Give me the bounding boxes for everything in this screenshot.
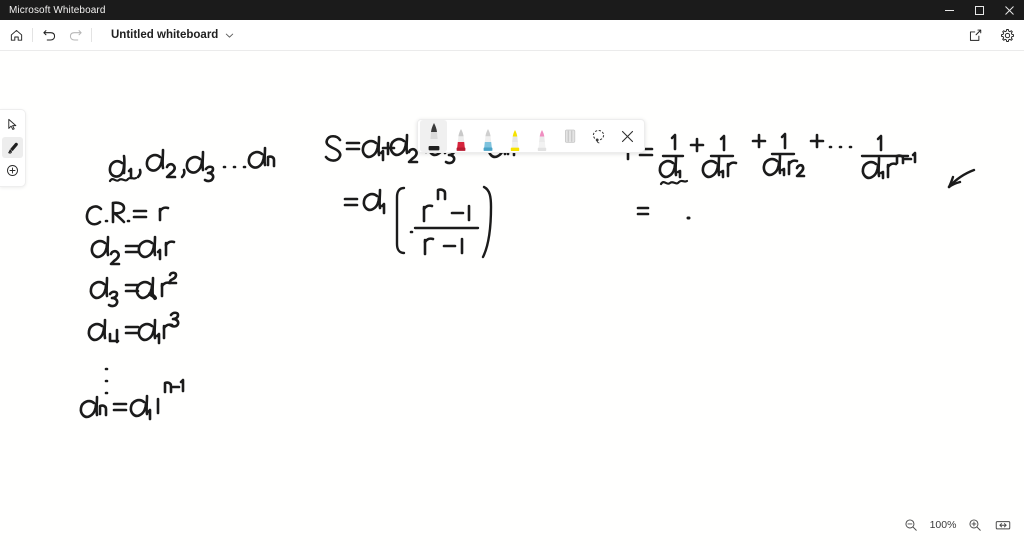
fit-to-screen-icon <box>995 521 1011 530</box>
whiteboard-canvas[interactable]: 100% <box>0 51 1024 546</box>
pen-button-black[interactable] <box>420 120 447 152</box>
fit-to-screen-button[interactable] <box>990 513 1016 537</box>
highlighter-button-pink[interactable] <box>528 120 555 152</box>
document-title: Untitled whiteboard <box>111 29 219 41</box>
home-icon <box>10 29 22 41</box>
zoom-in-icon <box>969 519 981 531</box>
plus-circle-icon <box>7 165 18 176</box>
redo-icon <box>69 29 82 41</box>
pen-button-blue[interactable] <box>474 120 501 152</box>
highlighter-pink-icon <box>537 130 546 151</box>
app-title: Microsoft Whiteboard <box>9 4 106 16</box>
close-ink-toolbar-button[interactable] <box>613 120 642 152</box>
minimize-button[interactable] <box>934 0 964 20</box>
share-button[interactable] <box>962 22 988 48</box>
highlighter-yellow-icon <box>510 130 519 151</box>
lasso-icon <box>592 129 605 143</box>
pen-button-red[interactable] <box>447 120 474 152</box>
pen-icon <box>7 142 18 154</box>
chevron-down-icon <box>225 31 234 40</box>
undo-icon <box>42 29 55 41</box>
pen-red-icon <box>456 129 465 151</box>
sidebar-item-insert-tool[interactable] <box>2 160 23 181</box>
command-bar-right-group <box>962 20 1020 50</box>
sidebar-item-select-tool[interactable] <box>2 114 23 135</box>
document-title-button[interactable]: Untitled whiteboard <box>107 24 238 46</box>
close-button[interactable] <box>994 0 1024 20</box>
cursor-icon <box>8 118 17 130</box>
zoom-out-button[interactable] <box>898 513 924 537</box>
share-icon <box>969 29 981 41</box>
ink-toolbar <box>417 119 645 153</box>
whiteboard-app-window: Microsoft Whiteboard Untitled whiteboard… <box>0 0 1024 546</box>
pen-black-icon <box>428 123 439 151</box>
eraser-icon <box>564 129 575 143</box>
pen-blue-icon <box>483 129 492 151</box>
eraser-button[interactable] <box>555 120 584 152</box>
tool-rail <box>0 109 26 187</box>
title-bar: Microsoft Whiteboard <box>0 0 1024 20</box>
highlighter-button-yellow[interactable] <box>501 120 528 152</box>
gear-icon <box>1000 28 1014 42</box>
command-bar-divider <box>32 28 33 42</box>
undo-button[interactable] <box>36 22 62 48</box>
zoom-level-label: 100% <box>929 519 957 531</box>
settings-button[interactable] <box>994 22 1020 48</box>
maximize-button[interactable] <box>964 0 994 20</box>
command-bar-divider-2 <box>91 28 92 42</box>
zoom-out-icon <box>905 519 917 531</box>
redo-button[interactable] <box>62 22 88 48</box>
window-controls <box>934 0 1024 20</box>
command-bar: Untitled whiteboard <box>0 20 1024 51</box>
sidebar-item-pen-tool[interactable] <box>2 137 23 158</box>
close-icon <box>621 130 634 142</box>
lasso-select-button[interactable] <box>584 120 613 152</box>
home-button[interactable] <box>3 22 29 48</box>
zoom-controls: 100% <box>898 512 1016 538</box>
zoom-in-button[interactable] <box>962 513 988 537</box>
